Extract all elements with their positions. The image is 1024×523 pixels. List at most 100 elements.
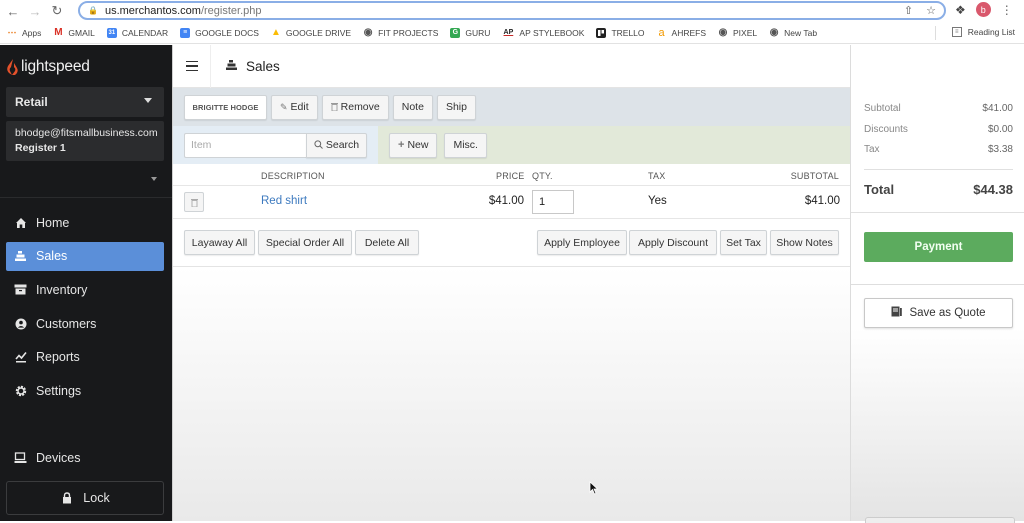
forward-button[interactable]: → [24,1,46,21]
bookmark-google-drive[interactable]: ▲ GOOGLE DRIVE [271,28,351,38]
search-button[interactable]: Search [306,133,367,158]
apps-grid-icon: ⋯ [7,28,17,38]
discounts-label: Discounts [864,124,908,145]
sidebar-item-label: Devices [36,451,80,465]
bookmark-ap-stylebook[interactable]: AP AP STYLEBOOK [502,28,584,38]
bookmark-calendar[interactable]: 31 CALENDAR [107,28,168,38]
profile-avatar[interactable]: b [976,2,991,17]
sidebar-item-settings[interactable]: Settings [6,376,164,405]
total-value: $44.38 [973,182,1013,197]
save-as-quote-button[interactable]: Save as Quote [864,298,1013,328]
discounts-row: Discounts $0.00 [864,124,1013,145]
payment-button[interactable]: Payment [864,232,1013,262]
browser-toolbar: ← → ↻ 🔒 us.merchantos.com/register.php ⇧… [0,0,1024,22]
lock-label: Lock [83,491,109,505]
bookmark-star-icon[interactable]: ☆ [926,4,936,17]
reading-list-label: Reading List [968,27,1015,37]
line-item-tax[interactable]: Yes [648,195,667,207]
line-item-price: $41.00 [489,195,524,207]
item-search-input[interactable]: Item [184,133,306,158]
address-bar[interactable]: 🔒 us.merchantos.com/register.php ⇧ ☆ [78,1,946,20]
lock-button[interactable]: Lock [6,481,164,515]
globe-icon: ◉ [769,28,779,38]
delete-line-button[interactable] [184,192,204,212]
order-summary-panel: Subtotal $41.00 Discounts $0.00 Tax $3.3… [850,45,1024,521]
url-path: /register.php [201,5,262,17]
quantity-input[interactable]: 1 [532,190,574,214]
show-notes-button[interactable]: Show Notes [770,230,839,255]
sidebar-item-customers[interactable]: Customers [6,309,164,338]
apply-employee-button[interactable]: Apply Employee [537,230,627,255]
panel-bottom-button-edge[interactable] [865,517,1015,523]
bookmark-ahrefs[interactable]: a AHREFS [657,28,706,38]
bookmark-label: GMAIL [68,28,94,38]
column-header-tax: TAX [648,171,665,181]
sidebar-nav: Home Sales Inventory Customers Reports [6,208,164,410]
bookmark-fit-projects[interactable]: ◉ FIT PROJECTS [363,28,438,38]
sales-register-icon [225,59,238,74]
brand-name: lightspeed [21,58,90,76]
user-email: bhodge@fitsmallbusiness.com [15,126,155,141]
customer-name-button[interactable]: BRIGITTE HODGE [184,95,267,120]
bookmark-label: TRELLO [611,28,644,38]
button-label: Edit [291,101,309,113]
tax-row: Tax $3.38 [864,144,1013,165]
bookmark-apps[interactable]: ⋯ Apps [7,28,41,38]
edit-customer-button[interactable]: ✎ Edit [271,95,318,120]
sidebar-item-inventory[interactable]: Inventory [6,275,164,304]
delete-all-button[interactable]: Delete All [355,230,419,255]
lightspeed-logo[interactable]: lightspeed [7,58,90,76]
total-label: Total [864,182,894,197]
padlock-icon [60,492,73,505]
user-register-info[interactable]: bhodge@fitsmallbusiness.com Register 1 [6,121,164,161]
sale-table-header: DESCRIPTION PRICE QTY. TAX SUBTOTAL [173,166,851,186]
button-label: Remove [341,101,380,113]
chevron-down-icon[interactable] [151,177,157,181]
panel-divider [851,212,1024,213]
ship-button[interactable]: Ship [437,95,476,120]
trash-icon [191,198,198,207]
discounts-value: $0.00 [988,124,1013,145]
note-button[interactable]: Note [393,95,433,120]
sidebar-item-label: Home [36,216,69,230]
set-tax-button[interactable]: Set Tax [720,230,767,255]
hamburger-menu-icon[interactable] [173,45,211,88]
bookmark-gmail[interactable]: M GMAIL [53,28,94,38]
bookmark-label: CALENDAR [122,28,168,38]
customer-icon [14,317,27,330]
extensions-puzzle-icon[interactable]: ❖ [955,3,966,17]
back-button[interactable]: ← [2,1,24,21]
bookmark-label: New Tab [784,28,817,38]
bookmark-new-tab[interactable]: ◉ New Tab [769,28,817,38]
sidebar-item-devices[interactable]: Devices [6,443,164,472]
sidebar-item-label: Reports [36,350,80,364]
store-name: Retail [15,95,48,109]
special-order-all-button[interactable]: Special Order All [258,230,352,255]
reading-list-button[interactable]: ≡ Reading List [952,27,1015,37]
misc-item-button[interactable]: Misc. [444,133,487,158]
new-item-button[interactable]: + New [389,133,437,158]
line-item-subtotal: $41.00 [805,195,840,207]
bookmark-label: AP STYLEBOOK [519,28,584,38]
sidebar-item-reports[interactable]: Reports [6,343,164,372]
totals-divider [864,169,1013,170]
bookmark-trello[interactable]: TRELLO [596,28,644,38]
layaway-all-button[interactable]: Layaway All [184,230,255,255]
bookmark-guru[interactable]: G GURU [450,28,490,38]
page-title-text: Sales [246,59,280,74]
line-item-description[interactable]: Red shirt [261,195,307,207]
more-menu-icon[interactable]: ⋮ [1001,3,1013,17]
store-selector[interactable]: Retail [6,87,164,117]
sidebar-item-label: Sales [36,249,67,263]
sidebar-item-sales[interactable]: Sales [6,242,164,271]
bookmark-pixel[interactable]: ◉ PIXEL [718,28,757,38]
bookmark-label: PIXEL [733,28,757,38]
inventory-icon [14,283,27,296]
sidebar-item-home[interactable]: Home [6,208,164,237]
reload-button[interactable]: ↻ [46,1,68,21]
bookmark-google-docs[interactable]: ≡ GOOGLE DOCS [180,28,259,38]
share-icon[interactable]: ⇧ [904,4,913,17]
panel-background [851,328,1024,521]
remove-customer-button[interactable]: Remove [322,95,389,120]
apply-discount-button[interactable]: Apply Discount [629,230,717,255]
